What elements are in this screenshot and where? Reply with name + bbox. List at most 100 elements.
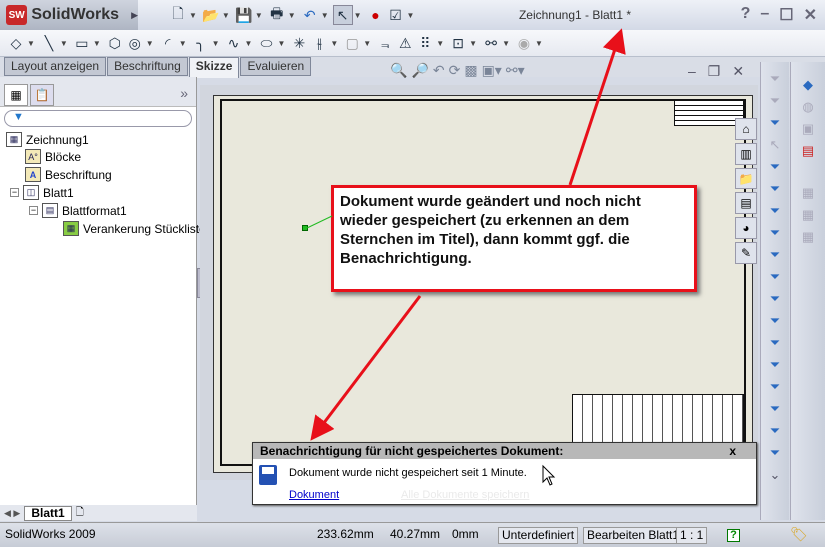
- rectangle-icon[interactable]: ▭: [72, 33, 92, 53]
- open-folder-icon[interactable]: 📂: [201, 5, 221, 25]
- previous-view-icon[interactable]: ↶: [433, 62, 445, 79]
- tree-item-blatt1[interactable]: − ◫ Blatt1: [10, 185, 74, 200]
- doc-minimize-icon[interactable]: –: [688, 63, 696, 80]
- arc-icon[interactable]: ◜: [158, 33, 178, 53]
- more-tools-chevron-icon[interactable]: ⌄: [761, 464, 789, 486]
- rotate-icon[interactable]: ⟳: [449, 62, 461, 79]
- new-document-icon[interactable]: 🗋: [168, 5, 188, 25]
- filter-note-icon[interactable]: ⏷: [761, 244, 789, 266]
- home-icon[interactable]: ⌂: [735, 118, 757, 140]
- display-style-icon[interactable]: ⚯▾: [506, 62, 525, 79]
- filter-edge-icon[interactable]: ⏷: [761, 178, 789, 200]
- rebuild-traffic-light-icon[interactable]: ●: [366, 5, 386, 25]
- select-icon[interactable]: ↖: [761, 134, 789, 156]
- spline-icon[interactable]: ∿: [224, 33, 244, 53]
- trim-icon[interactable]: ⫳: [309, 33, 329, 53]
- help-icon[interactable]: ?: [727, 529, 740, 542]
- tag-icon[interactable]: 🏷: [790, 527, 808, 544]
- sheet-tab-blatt1[interactable]: Blatt1: [24, 505, 72, 521]
- tab-skizze[interactable]: Skizze: [188, 57, 240, 78]
- sheet-nav-icon[interactable]: ◀ ▶: [4, 508, 20, 519]
- add-sheet-icon[interactable]: 🗋: [76, 505, 84, 522]
- edit-mode[interactable]: Bearbeiten Blatt1: [583, 527, 684, 544]
- view-palette-icon[interactable]: ▤: [735, 192, 757, 215]
- tab-evaluieren[interactable]: Evaluieren: [240, 57, 312, 76]
- save-all-documents-link[interactable]: Alle Dokumente speichern: [401, 489, 529, 501]
- filter-icon[interactable]: ⏷: [761, 68, 789, 90]
- view-orientation-icon[interactable]: ▣▾: [482, 62, 502, 79]
- sketch-point[interactable]: [302, 225, 308, 231]
- tree-item-blattformat1[interactable]: − ▤ Blattformat1: [29, 203, 127, 218]
- appearance-icon[interactable]: ◆: [791, 74, 825, 96]
- select-pointer-icon[interactable]: ↖: [332, 5, 353, 25]
- filter-point-icon[interactable]: ⏷: [761, 288, 789, 310]
- filter-table-icon[interactable]: ⏷: [761, 420, 789, 442]
- feature-tree-tab-icon[interactable]: ▦: [4, 84, 28, 106]
- relations-icon[interactable]: ⊡: [448, 33, 468, 53]
- collapse-icon[interactable]: −: [29, 206, 38, 215]
- layer-icon[interactable]: ▦: [791, 204, 825, 226]
- filter-annotation-icon[interactable]: ⏷: [761, 222, 789, 244]
- custom-properties-icon[interactable]: ✎: [735, 242, 757, 264]
- filter-dimension-icon[interactable]: ⏷: [761, 266, 789, 288]
- close-button[interactable]: ✕: [804, 5, 817, 25]
- point-icon[interactable]: ✳: [289, 33, 309, 53]
- filter-balloon-icon[interactable]: ⏷: [761, 398, 789, 420]
- sw-office-icon[interactable]: ▤: [791, 140, 825, 162]
- property-manager-tab-icon[interactable]: 📋: [30, 84, 54, 106]
- tangent-arc-icon[interactable]: ╮: [191, 33, 211, 53]
- filter-vertex-icon[interactable]: ⏷: [761, 156, 789, 178]
- line-icon[interactable]: ╲: [39, 33, 59, 53]
- convert-entities-icon[interactable]: ▢: [342, 33, 362, 53]
- doc-close-icon[interactable]: ✕: [732, 63, 744, 80]
- filter-weld-icon[interactable]: ⏷: [761, 354, 789, 376]
- smart-dimension-icon[interactable]: ◇: [6, 33, 26, 53]
- save-icon[interactable]: 💾: [234, 5, 254, 25]
- polygon-icon[interactable]: ⬡: [105, 33, 125, 53]
- options-icon[interactable]: ☑: [386, 5, 406, 25]
- tree-item-bloecke[interactable]: A° Blöcke: [25, 149, 81, 164]
- tree-filter-input[interactable]: ▼: [4, 110, 192, 127]
- mirror-icon[interactable]: ⚠: [395, 33, 415, 53]
- scene-icon[interactable]: ◍: [791, 96, 825, 118]
- print-icon[interactable]: 🖶: [267, 5, 287, 25]
- section-view-icon[interactable]: ▩: [464, 62, 477, 79]
- filter-datum-icon[interactable]: ⏷: [761, 376, 789, 398]
- zoom-area-icon[interactable]: 🔎: [411, 62, 428, 79]
- notification-close-button[interactable]: x: [729, 443, 736, 459]
- appearances-icon[interactable]: ◕: [735, 217, 757, 240]
- design-library-icon[interactable]: ▥: [735, 142, 757, 165]
- tab-beschriftung[interactable]: Beschriftung: [107, 57, 188, 76]
- filter-surface-icon[interactable]: ⏷: [761, 332, 789, 354]
- tree-item-verankerung-stueckliste1[interactable]: ▦ Verankerung Stückliste1: [63, 221, 212, 236]
- copy-icon[interactable]: ▣: [791, 118, 825, 140]
- maximize-button[interactable]: ☐: [779, 5, 793, 25]
- zoom-to-fit-icon[interactable]: 🔍: [390, 62, 407, 79]
- pattern-icon[interactable]: ⠿: [415, 33, 435, 53]
- tab-layout-anzeigen[interactable]: Layout anzeigen: [4, 57, 107, 76]
- filter-sketch-icon[interactable]: ⏷: [761, 310, 789, 332]
- solidworks-menu-button[interactable]: SW SolidWorks ▶: [0, 0, 138, 30]
- display-icon[interactable]: ⚯: [481, 33, 501, 53]
- tree-item-beschriftung[interactable]: A Beschriftung: [25, 167, 112, 182]
- layer-icon[interactable]: ▦: [791, 226, 825, 248]
- ellipse-icon[interactable]: ⬭: [256, 33, 276, 53]
- sheet-scale[interactable]: 1 : 1: [676, 527, 708, 544]
- circle-icon[interactable]: ◎: [125, 33, 145, 53]
- tree-item-zeichnung1[interactable]: ▦ Zeichnung1: [6, 132, 89, 147]
- doc-restore-icon[interactable]: ❐: [708, 63, 721, 80]
- expand-panel-icon[interactable]: »: [180, 85, 188, 101]
- filter-icon[interactable]: ⏷: [761, 112, 789, 134]
- save-document-link[interactable]: Dokument: [289, 489, 339, 501]
- filter-face-icon[interactable]: ⏷: [761, 200, 789, 222]
- menu-expand-icon[interactable]: ▶: [131, 10, 138, 21]
- filter-more-icon[interactable]: ⏷: [761, 442, 789, 464]
- filter-icon[interactable]: ⏷: [761, 90, 789, 112]
- grid-icon[interactable]: ◉: [514, 33, 534, 53]
- undo-icon[interactable]: ↶: [300, 5, 320, 25]
- file-explorer-icon[interactable]: 📁: [735, 167, 757, 190]
- layer-icon[interactable]: ▦: [791, 182, 825, 204]
- offset-icon[interactable]: ⫬: [375, 33, 395, 53]
- collapse-icon[interactable]: −: [10, 188, 19, 197]
- help-button[interactable]: ?: [741, 5, 751, 25]
